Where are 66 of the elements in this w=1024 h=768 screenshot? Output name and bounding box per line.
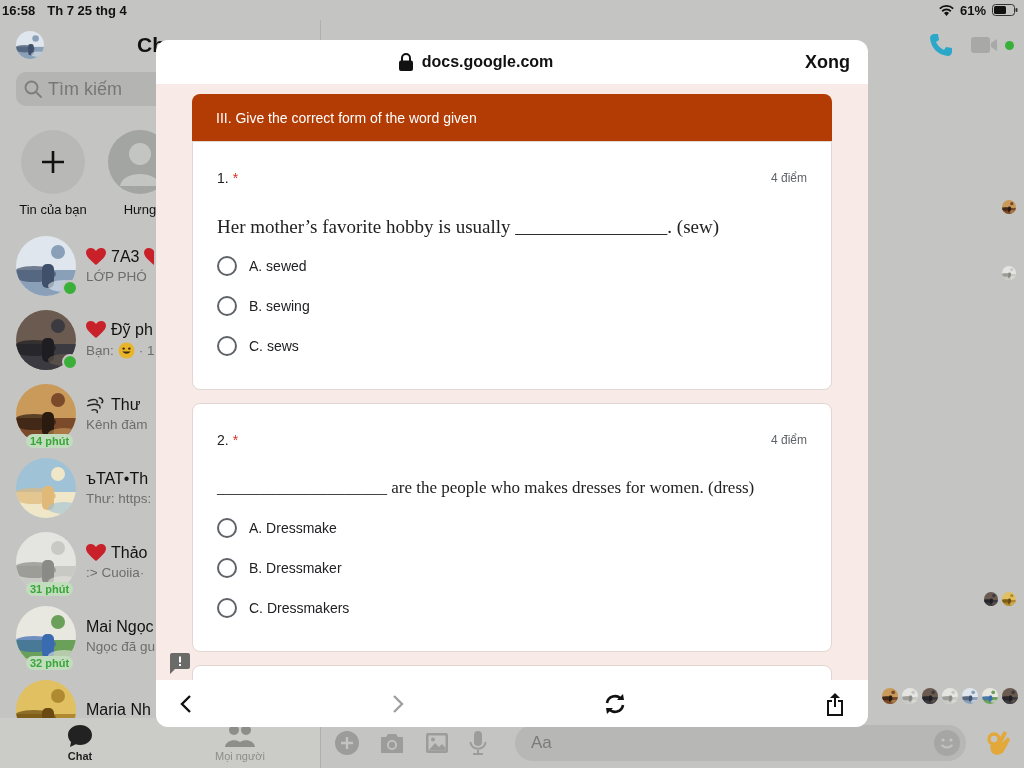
question-text: ____________________ are the people who makes dresses for women. (dress) xyxy=(217,478,756,499)
chat-name: Mai Ngọc xyxy=(86,618,154,636)
heart-icon xyxy=(144,248,155,266)
points-label: 4 điểm xyxy=(770,433,807,447)
swirl-icon xyxy=(86,396,106,414)
option-radio[interactable]: C. Dressmakers xyxy=(217,588,807,628)
share-icon[interactable] xyxy=(826,691,844,716)
chat-preview: Kênh đàm xyxy=(86,417,148,432)
chat-preview: :> Cuoiia· xyxy=(86,565,145,580)
smiley-icon xyxy=(117,342,135,359)
chat-time: · 1 xyxy=(138,343,155,358)
ok-hand-icon[interactable] xyxy=(986,729,1010,757)
done-button[interactable]: Xong xyxy=(805,51,850,73)
smiley-icon[interactable] xyxy=(934,730,960,756)
back-icon[interactable] xyxy=(180,694,192,713)
feedback-icon[interactable] xyxy=(170,653,190,674)
lock-icon xyxy=(398,53,413,71)
message-field[interactable]: Aa xyxy=(515,725,966,761)
question-number: 1. xyxy=(217,170,229,186)
search-field[interactable]: Tìm kiếm xyxy=(16,72,156,106)
online-dot xyxy=(1005,40,1014,50)
tab[interactable]: Chat xyxy=(0,718,160,768)
chat-name: Thảo xyxy=(111,544,148,562)
option-radio[interactable]: A. sewed xyxy=(217,246,807,286)
battery-percent: 61% xyxy=(959,2,986,18)
chat-name: Thư xyxy=(111,396,141,414)
chat-preview: Bạn: xyxy=(86,343,114,358)
required-asterisk: * xyxy=(232,170,239,186)
search-icon xyxy=(24,80,42,98)
chat-bubble-icon xyxy=(67,724,93,748)
battery-icon xyxy=(992,4,1018,16)
wifi-icon xyxy=(938,4,954,16)
time-badge: 31 phút xyxy=(26,582,74,596)
reload-icon[interactable] xyxy=(604,693,626,714)
chat-preview: Thư: https: xyxy=(86,491,152,506)
image-icon[interactable] xyxy=(425,732,449,754)
chat-preview: Ngọc đã gu xyxy=(86,639,156,654)
required-asterisk: * xyxy=(232,432,239,448)
chat-preview: LỚP PHÓ xyxy=(86,269,147,284)
chat-name: ъTAT•Th xyxy=(86,470,149,488)
chat-name: Đỹ ph xyxy=(111,321,153,339)
chat-name: Maria Nh xyxy=(86,701,151,718)
option-radio[interactable]: B. Dressmaker xyxy=(217,548,807,588)
story-label[interactable]: Tin của bạn xyxy=(19,202,87,217)
question-number: 2. xyxy=(217,432,229,448)
time-badge: 14 phút xyxy=(26,434,74,448)
points-label: 4 điểm xyxy=(770,171,807,185)
heart-icon xyxy=(86,321,106,339)
status-time: 16:58 xyxy=(2,2,36,18)
phone-icon[interactable] xyxy=(929,33,953,57)
status-date: Th 7 25 thg 4 xyxy=(47,2,127,18)
heart-icon xyxy=(86,248,106,266)
option-radio[interactable]: B. sewing xyxy=(217,286,807,326)
section-header: III. Give the correct form of the word given xyxy=(192,94,832,141)
heart-icon xyxy=(86,544,106,562)
plus-icon xyxy=(41,150,65,174)
camera-icon[interactable] xyxy=(379,732,405,754)
microphone-icon[interactable] xyxy=(469,731,487,755)
story-label[interactable]: Hưng xyxy=(123,202,157,217)
plus-icon[interactable] xyxy=(335,731,359,755)
chat-name: 7A3 xyxy=(111,248,140,266)
time-badge: 32 phút xyxy=(26,656,74,670)
question-text: Her mother’s favorite hobby is usually ________________. (sew) xyxy=(217,216,720,239)
option-radio[interactable]: C. sews xyxy=(217,326,807,366)
url-text: docs.google.com xyxy=(421,53,554,71)
option-radio[interactable]: A. Dressmake xyxy=(217,508,807,548)
